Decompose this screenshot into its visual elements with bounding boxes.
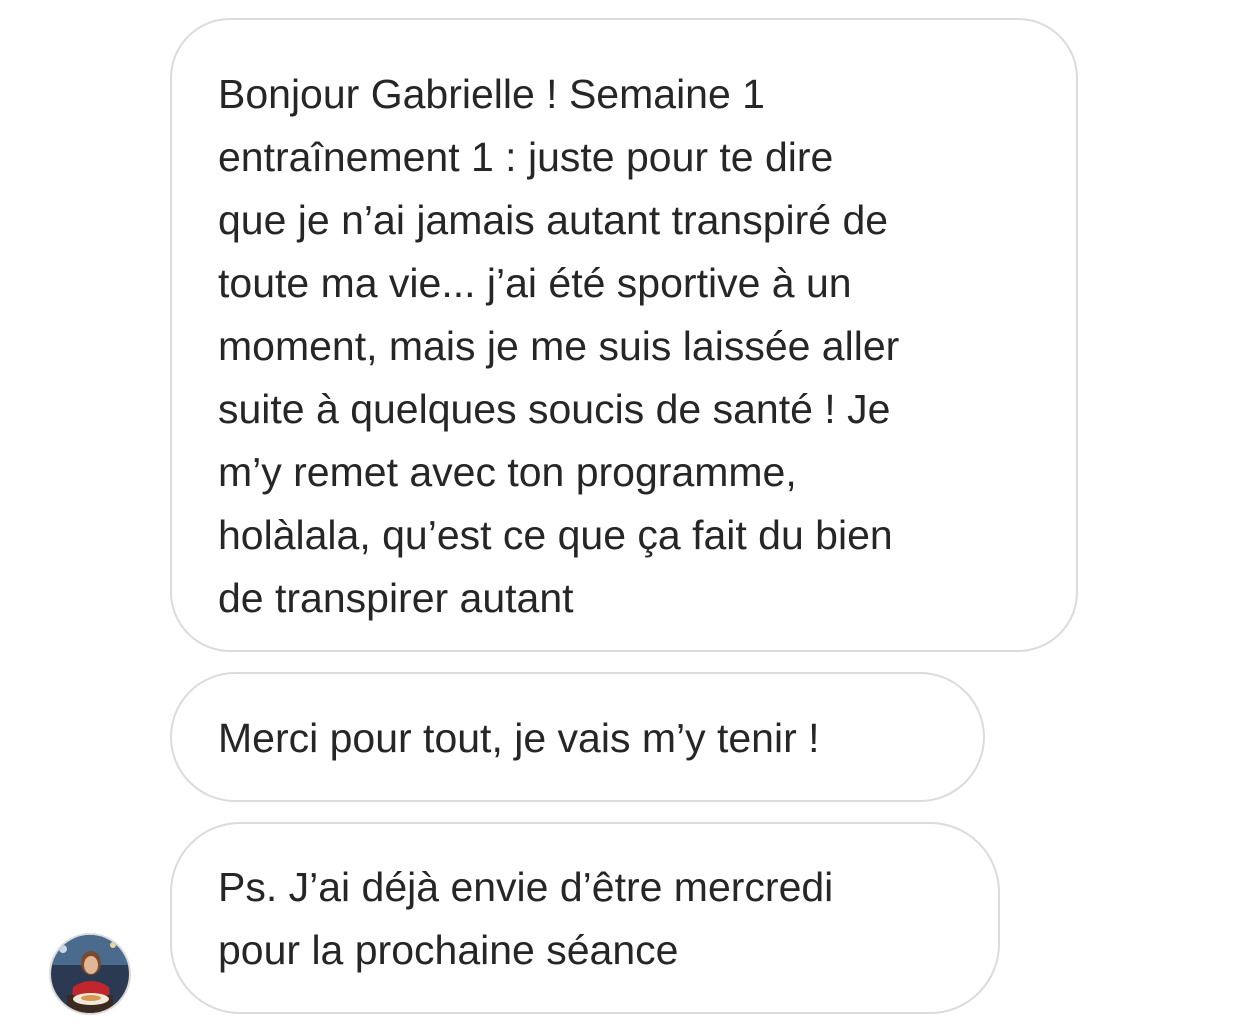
profile-photo-icon — [51, 935, 129, 1013]
message-bubble[interactable]: Merci pour tout, je vais m’y tenir ! — [170, 672, 985, 802]
message-bubble[interactable]: Bonjour Gabrielle ! Semaine 1 entraîneme… — [170, 18, 1078, 652]
avatar[interactable] — [49, 933, 131, 1015]
message-bubble[interactable]: Ps. J’ai déjà envie d’être mercredi pour… — [170, 822, 1000, 1014]
